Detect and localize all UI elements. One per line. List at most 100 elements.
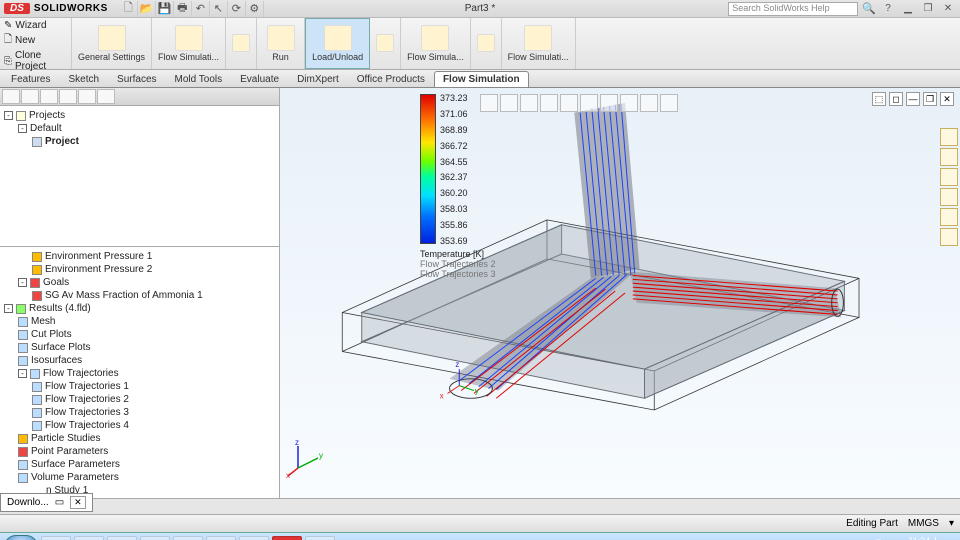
tree-surface-params[interactable]: Surface Parameters (31, 459, 120, 470)
tree-surface-plots[interactable]: Surface Plots (31, 342, 90, 353)
help-search-input[interactable]: Search SolidWorks Help (728, 2, 858, 16)
graphics-viewport[interactable]: ⬚ ◻ — ❐ ✕ 373.23 371.06 368.89 366.72 36… (280, 88, 960, 498)
tree-volume-params[interactable]: Volume Parameters (31, 472, 119, 483)
small-tools-3[interactable] (471, 18, 502, 69)
tree-flow-trajectories[interactable]: Flow Trajectories (43, 368, 119, 379)
tree-ft-1[interactable]: Flow Trajectories 1 (45, 381, 129, 392)
taskbar-explorer-icon[interactable] (41, 536, 71, 540)
panel-tab-5[interactable] (78, 89, 96, 104)
download-min-icon[interactable]: ▭ (55, 497, 64, 508)
project-tree[interactable]: -Projects -Default Project (0, 106, 279, 246)
zoom-area-icon[interactable] (500, 94, 518, 112)
tab-surfaces[interactable]: Surfaces (108, 71, 165, 87)
tree-default[interactable]: Default (30, 123, 62, 134)
qat-undo-icon[interactable]: ↶ (192, 1, 210, 17)
status-dropdown-icon[interactable]: ▾ (949, 518, 954, 529)
prev-view-icon[interactable] (520, 94, 538, 112)
taskbar-media-icon[interactable] (206, 536, 236, 540)
qat-print-icon[interactable]: 🖶 (174, 1, 192, 17)
run-button[interactable]: Run (257, 18, 305, 69)
tree-ft-4[interactable]: Flow Trajectories 4 (45, 420, 129, 431)
tab-features[interactable]: Features (2, 71, 59, 87)
view-settings-icon[interactable] (660, 94, 678, 112)
tree-goal-ammonia[interactable]: SG Av Mass Fraction of Ammonia 1 (45, 290, 203, 301)
taskbar-paint-icon[interactable] (305, 536, 335, 540)
tree-env-pressure-1[interactable]: Environment Pressure 1 (45, 251, 152, 262)
tree-cut-plots[interactable]: Cut Plots (31, 329, 72, 340)
panel-tab-1[interactable] (2, 89, 20, 104)
tree-projects[interactable]: Projects (29, 110, 65, 121)
restore-icon[interactable]: ❐ (920, 2, 936, 16)
general-settings-button[interactable]: General Settings (72, 18, 152, 69)
collapse-icon[interactable]: - (18, 124, 27, 133)
tab-mold-tools[interactable]: Mold Tools (166, 71, 232, 87)
qat-save-icon[interactable]: 💾 (156, 1, 174, 17)
tab-dimxpert[interactable]: DimXpert (288, 71, 348, 87)
tab-flow-simulation[interactable]: Flow Simulation (434, 71, 529, 87)
search-icon[interactable]: 🔍 (862, 2, 876, 15)
qat-new-icon[interactable]: 🗋 (120, 1, 138, 17)
tree-isosurfaces[interactable]: Isosurfaces (31, 355, 82, 366)
small-tools-1[interactable] (226, 18, 257, 69)
taskbar-app-icon[interactable] (107, 536, 137, 540)
small-tools-2[interactable] (370, 18, 401, 69)
new-button[interactable]: 🗋 New (4, 32, 67, 49)
tree-ft-3[interactable]: Flow Trajectories 3 (45, 407, 129, 418)
display-style-icon[interactable] (580, 94, 598, 112)
flow-sim-results-button[interactable]: Flow Simula... (401, 18, 471, 69)
taskbar-app-icon[interactable] (74, 536, 104, 540)
collapse-icon[interactable]: - (18, 278, 27, 287)
tree-mesh[interactable]: Mesh (31, 316, 55, 327)
help-icon[interactable]: ? (880, 2, 896, 16)
taskpane-file-explorer-icon[interactable] (940, 168, 958, 186)
tree-ft-2[interactable]: Flow Trajectories 2 (45, 394, 129, 405)
tree-project[interactable]: Project (45, 136, 79, 147)
minimize-icon[interactable]: ▁ (900, 2, 916, 16)
tray-clock[interactable]: ب.ظ 11:34 ٢٠١٣/١٨/١٠ (908, 537, 956, 540)
results-tree[interactable]: Environment Pressure 1 Environment Press… (0, 246, 279, 498)
taskbar-chrome-icon[interactable] (140, 536, 170, 540)
close-icon[interactable]: ✕ (940, 2, 956, 16)
taskpane-custom-props-icon[interactable] (940, 228, 958, 246)
clone-project-button[interactable]: ⎘ Clone Project (4, 50, 67, 72)
taskpane-view-palette-icon[interactable] (940, 188, 958, 206)
panel-tab-6[interactable] (97, 89, 115, 104)
tree-particle-studies[interactable]: Particle Studies (31, 433, 100, 444)
taskpane-resources-icon[interactable] (940, 128, 958, 146)
panel-tab-2[interactable] (21, 89, 39, 104)
tree-env-pressure-2[interactable]: Environment Pressure 2 (45, 264, 152, 275)
section-view-icon[interactable] (540, 94, 558, 112)
view-orientation-icon[interactable] (560, 94, 578, 112)
panel-tab-4[interactable] (59, 89, 77, 104)
tree-goals[interactable]: Goals (43, 277, 69, 288)
edit-appearance-icon[interactable] (620, 94, 638, 112)
qat-open-icon[interactable]: 📂 (138, 1, 156, 17)
taskpane-design-library-icon[interactable] (940, 148, 958, 166)
qat-rebuild-icon[interactable]: ⟳ (228, 1, 246, 17)
taskbar-solidworks-icon[interactable] (272, 536, 302, 540)
tab-office-products[interactable]: Office Products (348, 71, 434, 87)
qat-select-icon[interactable]: ↖ (210, 1, 228, 17)
wizard-button[interactable]: ✎ Wizard (4, 20, 67, 31)
tab-evaluate[interactable]: Evaluate (231, 71, 288, 87)
orientation-triad[interactable]: z y x (286, 438, 326, 480)
flow-sim-wizard-button[interactable]: Flow Simulati... (152, 18, 226, 69)
collapse-icon[interactable]: - (4, 304, 13, 313)
tree-results[interactable]: Results (4.fld) (29, 303, 91, 314)
flow-sim-insert-button[interactable]: Flow Simulati... (502, 18, 576, 69)
start-button[interactable] (4, 535, 38, 540)
status-units[interactable]: MMGS (908, 518, 939, 529)
collapse-icon[interactable]: - (4, 111, 13, 120)
collapse-icon[interactable]: - (18, 369, 27, 378)
tree-point-params[interactable]: Point Parameters (31, 446, 108, 457)
apply-scene-icon[interactable] (640, 94, 658, 112)
qat-options-icon[interactable]: ⚙ (246, 1, 264, 17)
download-close-icon[interactable]: ✕ (70, 496, 86, 509)
taskbar-folder-icon[interactable] (239, 536, 269, 540)
tab-sketch[interactable]: Sketch (59, 71, 108, 87)
load-unload-button[interactable]: Load/Unload (305, 18, 370, 69)
panel-tab-3[interactable] (40, 89, 58, 104)
taskpane-appearances-icon[interactable] (940, 208, 958, 226)
taskbar-idm-icon[interactable] (173, 536, 203, 540)
hide-show-icon[interactable] (600, 94, 618, 112)
